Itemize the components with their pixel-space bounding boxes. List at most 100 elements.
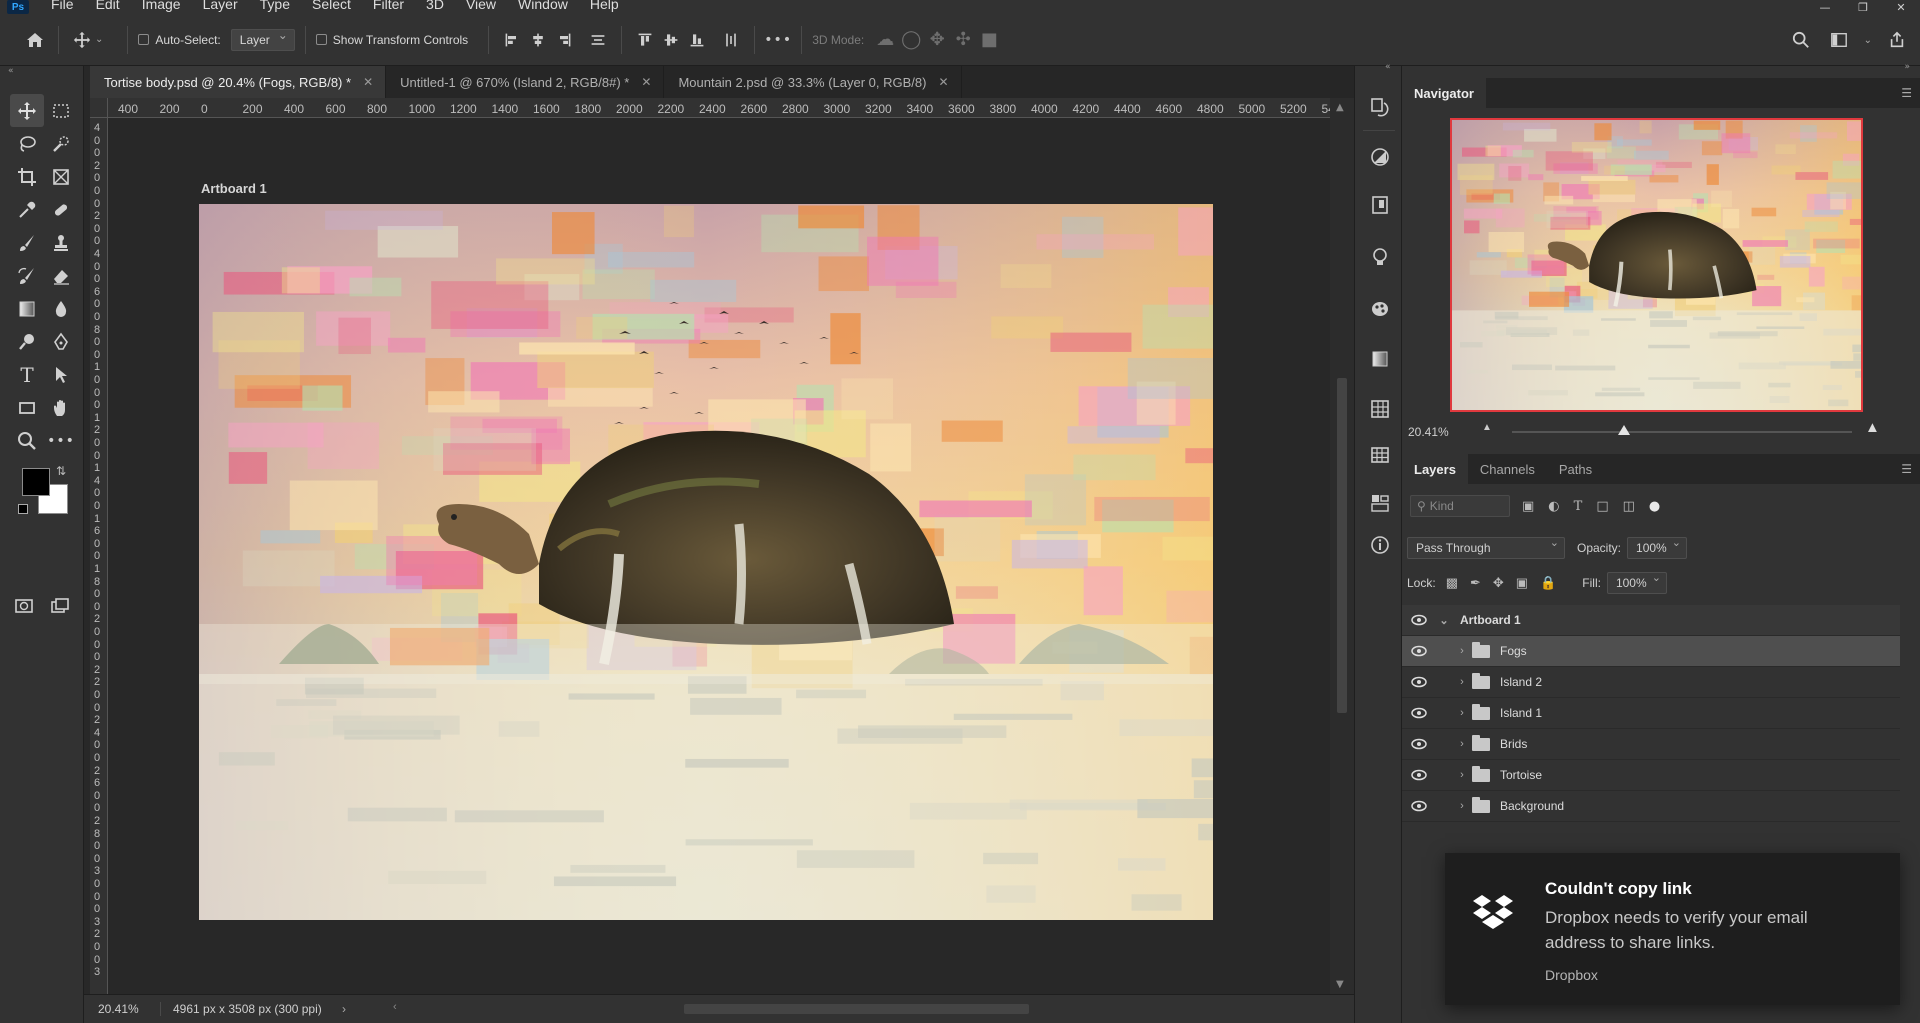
close-icon[interactable]: ✕ (363, 75, 373, 89)
collapse-icon[interactable]: « (8, 66, 14, 76)
filter-adjustment-icon[interactable]: ◐ (1548, 499, 1559, 514)
menu-view[interactable]: View (466, 0, 496, 11)
tab-mountain-2[interactable]: Mountain 2.psd @ 33.3% (Layer 0, RGB/8) ✕ (664, 66, 962, 98)
scroll-thumb[interactable] (684, 1004, 1029, 1014)
lock-image-icon[interactable]: ✒ (1470, 575, 1481, 591)
layer-row[interactable]: › Background (1402, 791, 1900, 822)
home-icon[interactable] (22, 27, 48, 53)
layer-row[interactable]: › Brids (1402, 729, 1900, 760)
tab-untitled-1[interactable]: Untitled-1 @ 670% (Island 2, RGB/8#) * ✕ (386, 66, 665, 98)
info-icon[interactable] (1367, 532, 1393, 558)
quick-select-tool-icon[interactable] (44, 127, 78, 160)
tab-tortise-body[interactable]: Tortise body.psd @ 20.4% (Fogs, RGB/8) *… (90, 66, 387, 98)
align-bottom-icon[interactable] (684, 27, 710, 53)
hand-tool-icon[interactable] (44, 391, 78, 424)
learn-icon[interactable] (1367, 244, 1393, 270)
visibility-eye-icon[interactable] (1402, 738, 1436, 750)
3d-camera-icon[interactable]: ■ (976, 27, 1002, 53)
lock-artboard-icon[interactable]: ▣ (1516, 575, 1528, 591)
swatches-icon[interactable] (1367, 296, 1393, 322)
visibility-eye-icon[interactable] (1402, 707, 1436, 719)
default-colors-icon[interactable] (18, 504, 28, 514)
visibility-eye-icon[interactable] (1402, 676, 1436, 688)
zoom-out-icon[interactable]: ▲ (1482, 422, 1492, 433)
blur-tool-icon[interactable] (44, 292, 78, 325)
chevron-right-icon[interactable]: › (1454, 645, 1470, 657)
filter-toggle-icon[interactable]: ● (1649, 499, 1660, 514)
workspace-icon[interactable] (1826, 27, 1852, 53)
navigator-zoom-slider[interactable] (1512, 425, 1852, 435)
menu-layer[interactable]: Layer (203, 0, 238, 11)
pen-tool-icon[interactable] (44, 325, 78, 358)
ruler-horizontal[interactable]: 400 200 0 200 400 600 800 1000 1200 1400 1600 1800 2… (108, 98, 1338, 118)
status-arrow[interactable]: › (342, 1002, 346, 1016)
3d-slide-icon[interactable]: ✣ (950, 27, 976, 53)
chevron-right-icon[interactable]: › (1454, 769, 1470, 781)
lock-position-icon[interactable]: ✥ (1493, 575, 1504, 591)
gradients-icon[interactable] (1367, 346, 1393, 372)
share-icon[interactable] (1884, 27, 1910, 53)
visibility-eye-icon[interactable] (1402, 800, 1436, 812)
opacity-field[interactable]: 100% (1627, 536, 1688, 559)
canvas-area[interactable]: Artboard 1 (108, 118, 1330, 994)
move-tool-icon[interactable] (10, 94, 44, 127)
close-icon[interactable]: ✕ (1882, 0, 1920, 14)
auto-select-checkbox[interactable]: Auto-Select: (138, 33, 221, 47)
type-tool-icon[interactable]: T (10, 358, 44, 391)
fill-field[interactable]: 100% (1606, 571, 1667, 594)
marquee-tool-icon[interactable] (44, 94, 78, 127)
blend-mode-dropdown[interactable]: Pass Through (1407, 536, 1565, 559)
panel-menu-icon[interactable]: ☰ (1901, 86, 1912, 100)
healing-tool-icon[interactable] (44, 193, 78, 226)
scroll-up-icon[interactable]: ▲ (1336, 102, 1344, 113)
zoom-in-icon[interactable]: ▲ (1865, 419, 1880, 436)
properties-icon[interactable] (1367, 490, 1393, 516)
scroll-down-icon[interactable]: ▼ (1336, 979, 1344, 990)
brush-tool-icon[interactable] (10, 226, 44, 259)
tab-paths[interactable]: Paths (1547, 454, 1604, 484)
dropbox-notification[interactable]: Couldn't copy link Dropbox needs to veri… (1445, 853, 1900, 1005)
swap-colors-icon[interactable]: ⇅ (56, 464, 66, 478)
close-icon[interactable]: ✕ (938, 75, 948, 89)
layer-row[interactable]: › Island 1 (1402, 698, 1900, 729)
auto-select-target-dropdown[interactable]: Layer (230, 28, 295, 51)
edit-toolbar-icon[interactable]: ••• (44, 424, 78, 457)
minimize-icon[interactable]: — (1806, 0, 1844, 14)
rectangle-tool-icon[interactable] (10, 391, 44, 424)
chevron-down-icon[interactable]: ⌄ (95, 34, 103, 45)
chevron-right-icon[interactable]: › (1454, 800, 1470, 812)
3d-pan-icon[interactable]: ✥ (924, 27, 950, 53)
gradient-tool-icon[interactable] (10, 292, 44, 325)
menu-file[interactable]: File (51, 0, 74, 11)
stamp-tool-icon[interactable] (44, 226, 78, 259)
crop-tool-icon[interactable] (10, 160, 44, 193)
chevron-down-icon[interactable]: ⌄ (1864, 35, 1872, 46)
navigator-zoom-value[interactable]: 20.41% (1408, 425, 1449, 439)
collapse-icon[interactable]: « (1385, 62, 1391, 72)
show-transform-checkbox[interactable]: Show Transform Controls (315, 33, 468, 47)
eyedropper-tool-icon[interactable] (10, 193, 44, 226)
align-left-icon[interactable] (499, 27, 525, 53)
lock-transparent-icon[interactable]: ▩ (1446, 575, 1458, 591)
distribute-icon[interactable] (585, 27, 611, 53)
search-icon[interactable] (1788, 27, 1814, 53)
frame-tool-icon[interactable] (44, 160, 78, 193)
distribute-vertical-icon[interactable] (718, 27, 744, 53)
tab-layers[interactable]: Layers (1402, 454, 1468, 484)
align-top-icon[interactable] (632, 27, 658, 53)
layer-row[interactable]: › Fogs (1402, 636, 1900, 667)
filter-type-icon[interactable]: T (1574, 499, 1583, 514)
3d-orbit-icon[interactable]: ☁ (872, 27, 898, 53)
chevron-right-icon[interactable]: › (1454, 676, 1470, 688)
menu-image[interactable]: Image (142, 0, 181, 11)
visibility-eye-icon[interactable] (1402, 769, 1436, 781)
menu-select[interactable]: Select (312, 0, 351, 11)
filter-kind-dropdown[interactable]: ⚲ Kind (1410, 495, 1510, 517)
zoom-tool-icon[interactable] (10, 424, 44, 457)
vertical-scrollbar[interactable]: ▲ ▼ (1330, 98, 1354, 994)
dodge-tool-icon[interactable] (10, 325, 44, 358)
chevron-right-icon[interactable]: › (1454, 738, 1470, 750)
quick-mask-icon[interactable] (10, 592, 38, 620)
libraries-icon[interactable] (1367, 192, 1393, 218)
lasso-tool-icon[interactable] (10, 127, 44, 160)
